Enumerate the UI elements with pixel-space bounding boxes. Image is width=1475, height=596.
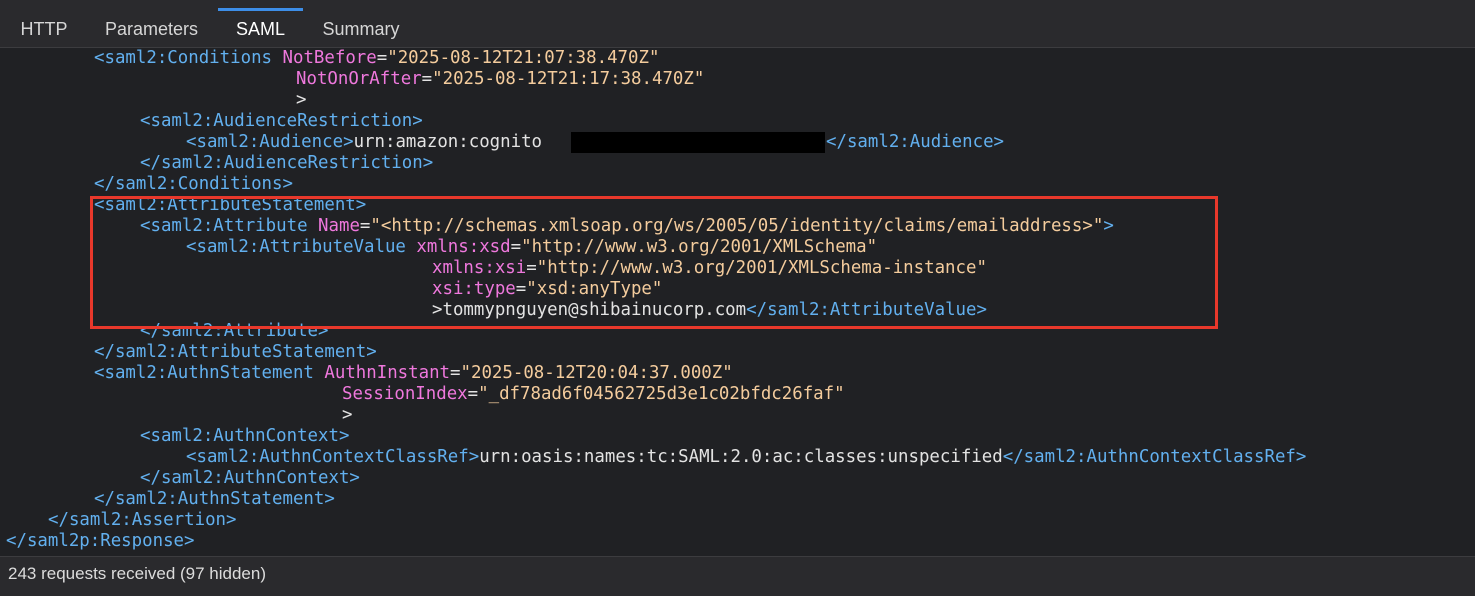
xml-line: <saml2:AuthnContextClassRef>urn:oasis:na… — [186, 447, 1307, 467]
xml-tag: /saml2p:Response — [16, 531, 185, 551]
xml-attribute-value: "_df78ad6f04562725d3e1c02bfdc26faf" — [478, 384, 845, 404]
xml-tag: /saml2:AuthnContext — [150, 468, 350, 488]
xml-line: </saml2:AuthnStatement> — [94, 489, 335, 509]
xml-attribute-value: "2025-08-12T21:07:38.470Z" — [387, 48, 660, 68]
xml-tag: saml2:Conditions — [104, 48, 273, 68]
xml-line: </saml2:AudienceRestriction> — [140, 153, 434, 173]
xml-line: </saml2:Audience> — [826, 132, 1005, 152]
xml-tag: /saml2:Assertion — [58, 510, 227, 530]
highlight-box — [90, 196, 1218, 329]
xml-line: </saml2:AuthnContext> — [140, 468, 360, 488]
xml-tag: saml2:AuthnContextClassRef — [196, 447, 469, 467]
xml-line: <saml2:Audience>urn:amazon:cognito — [186, 132, 543, 152]
tab-parameters[interactable]: Parameters — [101, 0, 202, 48]
xml-text: urn:oasis:names:tc:SAML:2.0:ac:classes:u… — [479, 447, 1003, 467]
xml-attribute-name: NotOnOrAfter — [296, 69, 422, 89]
xml-attribute-name: AuthnInstant — [324, 363, 451, 383]
xml-line: NotOnOrAfter="2025-08-12T21:17:38.470Z" — [296, 69, 705, 89]
xml-tag: saml2:AudienceRestriction — [150, 111, 413, 131]
xml-line: </saml2:Assertion> — [48, 510, 237, 530]
xml-attribute-name: SessionIndex — [342, 384, 468, 404]
xml-text: urn:amazon:cognito — [353, 132, 543, 152]
xml-tag: saml2:AuthnStatement — [104, 363, 314, 383]
tab-summary[interactable]: Summary — [318, 0, 404, 48]
xml-attribute-value: "2025-08-12T20:04:37.000Z" — [460, 363, 733, 383]
xml-line: > — [342, 405, 353, 425]
xml-line: <saml2:AuthnStatement AuthnInstant="2025… — [94, 363, 733, 383]
tab-saml[interactable]: SAML — [218, 0, 303, 48]
xml-tag: /saml2:AudienceRestriction — [150, 153, 423, 173]
xml-tag: /saml2:AuthnStatement — [104, 489, 325, 509]
xml-line: SessionIndex="_df78ad6f04562725d3e1c02bf… — [342, 384, 845, 404]
tab-bar: HTTP Parameters SAML Summary — [0, 0, 1475, 48]
xml-tag: /saml2:Audience — [836, 132, 994, 152]
redaction-bar — [571, 132, 825, 153]
xml-line: <saml2:AuthnContext> — [140, 426, 350, 446]
saml-xml-viewer[interactable]: <saml2:Conditions NotBefore="2025-08-12T… — [0, 48, 1475, 556]
xml-attribute-name: NotBefore — [282, 48, 377, 68]
xml-line: </saml2:AttributeStatement> — [94, 342, 377, 362]
status-text: 243 requests received (97 hidden) — [8, 564, 266, 583]
xml-tag: saml2:AuthnContext — [150, 426, 339, 446]
xml-tag: /saml2:Conditions — [104, 174, 283, 194]
xml-attribute-value: "2025-08-12T21:17:38.470Z" — [432, 69, 705, 89]
xml-line: </saml2p:Response> — [6, 531, 195, 551]
xml-line: </saml2:Conditions> — [94, 174, 293, 194]
xml-line: <saml2:Conditions NotBefore="2025-08-12T… — [94, 48, 660, 68]
status-bar: 243 requests received (97 hidden) — [0, 556, 1475, 596]
xml-tag: /saml2:AttributeStatement — [104, 342, 367, 362]
tab-http[interactable]: HTTP — [18, 0, 70, 48]
xml-line: <saml2:AudienceRestriction> — [140, 111, 423, 131]
xml-tag: saml2:Audience — [196, 132, 344, 152]
xml-line: > — [296, 90, 307, 110]
xml-tag: /saml2:AuthnContextClassRef — [1013, 447, 1296, 467]
